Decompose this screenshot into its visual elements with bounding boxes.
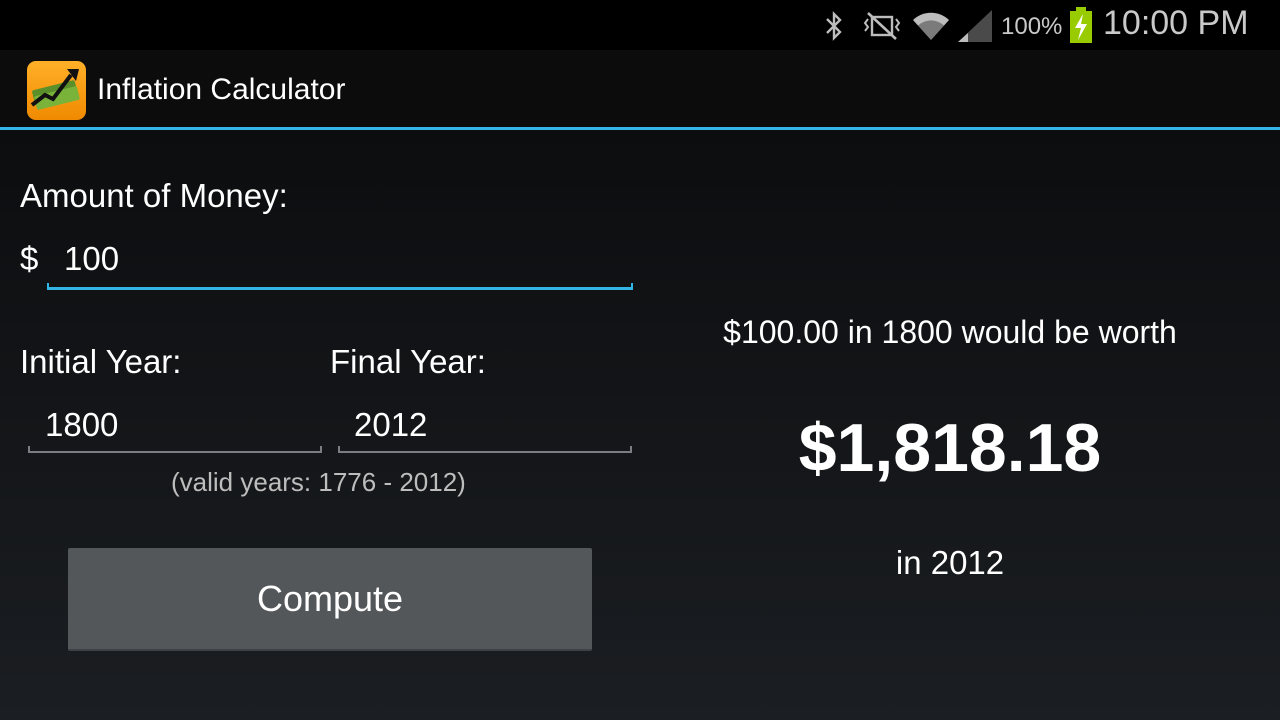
valid-years-hint: (valid years: 1776 - 2012) <box>171 467 466 497</box>
initial-year-value: 1800 <box>45 406 119 443</box>
compute-button[interactable]: Compute <box>68 548 592 651</box>
final-year-input[interactable]: 2012 <box>338 398 632 456</box>
vibrate-icon <box>863 12 901 40</box>
initial-year-underline <box>28 446 322 453</box>
amount-label: Amount of Money: <box>20 177 288 214</box>
final-year-underline <box>338 446 632 453</box>
result-amount: $1,818.18 <box>798 410 1102 486</box>
app-title: Inflation Calculator <box>97 73 346 106</box>
app-icon[interactable] <box>27 61 86 120</box>
battery-charging-icon <box>1070 7 1092 43</box>
wifi-icon <box>913 12 949 41</box>
currency-symbol: $ <box>20 240 39 277</box>
money-chart-icon <box>30 69 80 110</box>
amount-value: 100 <box>64 240 120 277</box>
amount-input[interactable]: 100 <box>47 232 633 292</box>
clock: 10:00 PM <box>1103 4 1249 42</box>
initial-year-label: Initial Year: <box>20 343 182 380</box>
status-bar: 100% 10:00 PM <box>0 0 1280 50</box>
result-target-year: in 2012 <box>895 544 1005 581</box>
battery-percent: 100% <box>1001 13 1063 40</box>
signal-icon <box>958 10 992 42</box>
initial-year-input[interactable]: 1800 <box>28 398 322 456</box>
final-year-label: Final Year: <box>330 343 486 380</box>
final-year-value: 2012 <box>354 406 428 443</box>
amount-input-underline <box>47 283 633 290</box>
result-intro: $100.00 in 1800 would be worth <box>723 314 1177 350</box>
bluetooth-icon <box>826 11 842 41</box>
action-bar-divider <box>0 127 1280 130</box>
